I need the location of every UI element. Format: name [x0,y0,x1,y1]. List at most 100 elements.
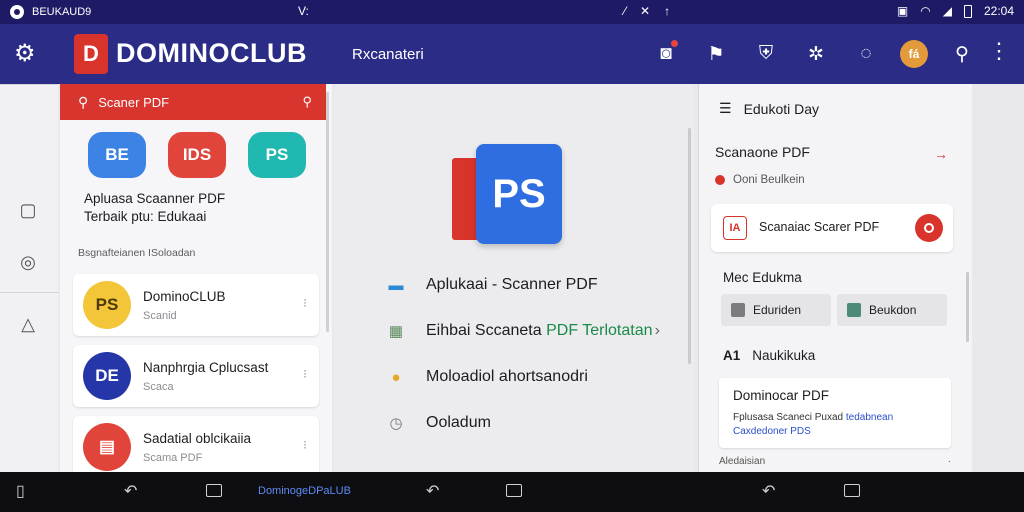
list-item[interactable]: PS DominoCLUB Scanid ⁝ [73,274,319,336]
search-bar[interactable]: ⚲ Scaner PDF ⚲ [60,84,326,120]
bookmark-button[interactable]: ⚑ [700,38,732,70]
notification-button[interactable]: ◙ [650,38,682,70]
chat-button[interactable]: ◌ [850,38,882,70]
rail-item-bell-icon[interactable]: △ [16,312,40,336]
app-shortcut-ids[interactable]: IDS [168,132,226,178]
scan-icon: ✲ [808,43,824,65]
promo-text: Apluasa Scaanner PDF Terbaik ptu: Edukaa… [84,190,314,226]
back-icon[interactable]: ↶ [426,483,439,501]
info-card-title: Dominocar PDF [733,388,830,403]
info-card-link[interactable]: tedabnean [846,412,893,423]
rail-item-screen-icon[interactable]: ▢ [16,198,40,222]
right-scrollbar[interactable] [966,272,969,342]
clock-time: 22:04 [983,4,1014,18]
drag-handle-icon[interactable]: ⁝ [303,296,307,310]
menu-item-history[interactable]: ◷ Ooladum [386,400,676,446]
nav-app-label[interactable]: DominogeDPaLUB [258,485,351,497]
list-item[interactable]: ▤ Sadatial oblcikaiia Scama PDF ⁝ [73,416,319,472]
status-dot-icon [715,175,725,185]
folder-icon: ▬ [388,276,404,294]
left-scrollbar[interactable] [326,92,329,332]
search-icon: ⚲ [955,43,969,65]
signal-icon: ◢ [942,4,952,18]
rail-item-support-icon[interactable]: ◎ [16,250,40,274]
status-notification-icons: ⁄ ✕ ↑ [624,4,670,18]
wifi-icon: ◠ [920,4,931,18]
slash-icon: ⁄ [624,4,627,18]
menu-item-best-scanner[interactable]: ▦ Eihbai Sccaneta PDF Terlotatan › [386,308,676,354]
shield-button[interactable]: ⛨ [750,38,782,70]
menu-lines-icon[interactable]: ☰ [719,100,732,117]
list-item-title: Nanphrgia Cplucsast [143,360,269,375]
shield-icon: ⛨ [758,43,774,64]
side-rail: ▢ ◎ △ [0,84,58,472]
back-icon[interactable]: ↶ [762,483,775,501]
menu-item-scanner[interactable]: ▬ Aplukaai - Scanner PDF [386,262,676,308]
section-prefix: A1 [723,348,741,363]
section-heading: Bsgnafteianen ISoloadan [78,247,196,259]
more-options-icon[interactable]: ⋮ [988,40,1010,62]
document-icon: IA [723,216,747,240]
section-heading: Mec Edukma [723,270,802,285]
hero-icon-front: PS [476,144,562,244]
info-card-body: Fplusasa Scaneci Puxad tedabnean Caxdedo… [733,411,937,439]
list-item-subtitle: Scanid [143,310,177,322]
section-heading: A1 Naukikuka [723,348,815,363]
right-panel-footer: Aledaisian · [719,456,951,472]
search-icon: ⚲ [78,93,89,110]
app-shortcut-ps[interactable]: PS [248,132,306,178]
drag-handle-icon[interactable]: ⁝ [303,367,307,381]
recents-icon[interactable] [844,484,860,502]
avatar[interactable]: fá [900,40,928,68]
promo-line-1: Apluasa Scaanner PDF [84,191,226,206]
drag-handle-icon[interactable]: ⁝ [303,438,307,452]
menu-item-label: Eihbai Sccaneta [426,322,542,339]
gear-icon[interactable]: ⚙ [14,42,36,66]
recents-icon[interactable] [206,484,222,502]
chip-label: Beukdon [869,303,917,317]
section-label: Naukikuka [752,348,816,363]
center-scrollbar[interactable] [688,128,691,364]
home-icon[interactable] [506,484,522,502]
info-card-link[interactable]: Caxdedoner PDS [733,426,811,437]
back-icon[interactable]: ↶ [124,483,137,501]
chevron-right-icon[interactable]: › [655,322,660,340]
status-left-text: BEUKAUD9 [32,6,92,18]
list-item-icon: PS [83,281,131,329]
cast-icon: ▣ [896,4,909,18]
app-bar: ⚙ D DOMINOCLUB Rxcanateri ◙ ⚑ ⛨ ✲ ◌ fá ⚲… [0,24,1024,84]
search-submit-icon[interactable]: ⚲ [302,94,312,110]
upload-icon: ↑ [664,4,671,18]
app-shortcut-be[interactable]: BE [88,132,146,178]
camera-icon: ◙ [660,43,672,64]
scan-button[interactable]: ✲ [800,38,832,70]
record-button[interactable] [915,214,943,242]
footer-left-label: Aledaisian [719,456,766,467]
badge-dot [671,40,678,47]
list-item-subtitle: Scaca [143,381,174,393]
menu-item-download[interactable]: ● Moloadiol ahortsanodri [386,354,676,400]
search-label: Scaner PDF [98,94,170,110]
list-item-icon: ▤ [83,423,131,471]
promo-line-2: Terbaik ptu: Edukaai [84,209,207,224]
clock-icon: ◷ [389,415,403,432]
chip-beukdon[interactable]: Beukdon [837,294,947,326]
search-button[interactable]: ⚲ [946,38,978,70]
app-subtitle: Rxcanateri [352,46,424,63]
center-panel: PS ▬ Aplukaai - Scanner PDF ▦ Eihbai Scc… [334,84,694,472]
scanner-action-card[interactable]: IA Scanaiac Scarer PDF [711,204,953,252]
footer-right-label: · [947,456,951,467]
right-panel-subtitle-text: Ooni Beulkein [733,174,805,186]
info-card[interactable]: Dominocar PDF Fplusasa Scaneci Puxad ted… [719,378,951,448]
right-panel: ☰ Edukoti Day Scanaone PDF → Ooni Beulke… [698,84,972,472]
menu-item-label: Moloadiol ahortsanodri [426,368,588,385]
list-item[interactable]: DE Nanphrgia Cplucsast Scaca ⁝ [73,345,319,407]
chat-icon: ◌ [860,43,872,64]
sidebar-toggle-icon[interactable]: ▯ [16,483,25,501]
arrow-right-icon[interactable]: → [934,146,948,162]
status-mid-text: V: [298,4,309,18]
right-panel-header-label: Edukoti Day [743,100,820,117]
chip-eduriden[interactable]: Eduriden [721,294,831,326]
info-card-line: Fplusasa Scaneci Puxad [733,412,844,423]
brand-title: DOMINOCLUB [116,38,307,68]
